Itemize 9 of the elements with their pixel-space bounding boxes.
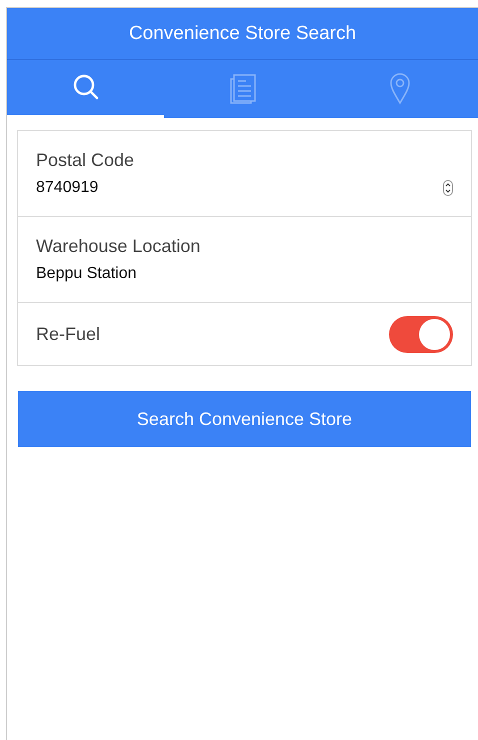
field-label: Re-Fuel [36, 324, 100, 344]
input-field[interactable]: 8740919 [36, 179, 98, 197]
toggle-switch[interactable] [389, 316, 453, 352]
field-label: Postal Code [36, 150, 136, 171]
field-label: Warehouse Location [36, 236, 202, 257]
stepper-icon[interactable] [443, 180, 453, 196]
header-title: Convenience Store Search [128, 22, 356, 44]
search-button[interactable]: Search Convenience Store [18, 391, 471, 447]
input-field[interactable]: Beppu Station [36, 265, 137, 283]
